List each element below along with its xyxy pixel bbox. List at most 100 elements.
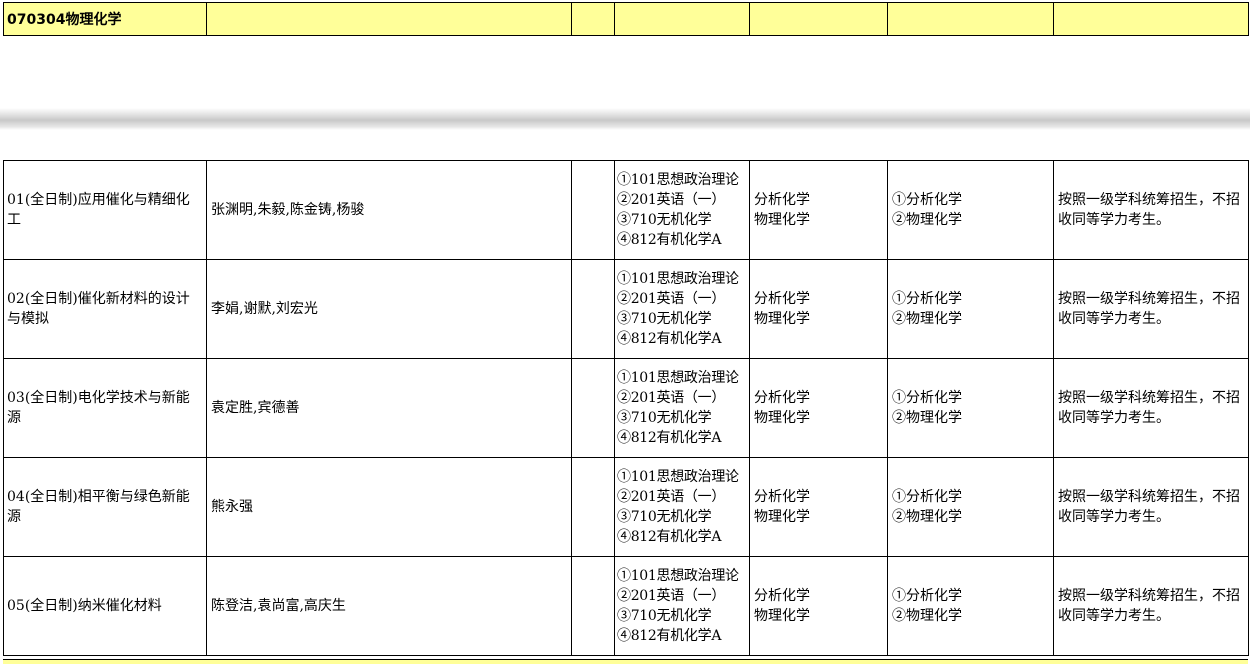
extra-exam-subject: ①分析化学 <box>892 489 962 505</box>
research-direction-table: 01(全日制)应用催化与精细化工 张渊明,朱毅,陈金铸,杨骏 ①101思想政治理… <box>3 160 1249 656</box>
exam-subject: ①101思想政治理论 <box>617 469 739 485</box>
direction-text: 05(全日制)纳米催化材料 <box>7 598 162 614</box>
retest-subject: 物理化学 <box>754 608 810 624</box>
extra-exam-subject: ②物理化学 <box>892 608 962 624</box>
exam-subject: ①101思想政治理论 <box>617 568 739 584</box>
direction-cell: 01(全日制)应用催化与精细化工 <box>3 160 207 260</box>
note-text: 按照一级学科统筹招生，不招收同等学力考生。 <box>1058 291 1240 327</box>
retest-subject: 物理化学 <box>754 212 810 228</box>
exam-subject: ②201英语（一） <box>617 291 726 307</box>
note-cell: 按照一级学科统筹招生，不招收同等学力考生。 <box>1053 259 1249 359</box>
header-empty-cell <box>887 2 1054 36</box>
extra-exam-subject: ①分析化学 <box>892 588 962 604</box>
note-text: 按照一级学科统筹招生，不招收同等学力考生。 <box>1058 390 1240 426</box>
retest-subjects-cell: 分析化学 物理化学 <box>749 358 888 458</box>
direction-text: 04(全日制)相平衡与绿色新能源 <box>7 489 190 525</box>
exam-subjects-cell: ①101思想政治理论 ②201英语（一） ③710无机化学 ④812有机化学A <box>614 556 750 656</box>
tutor-cell: 袁定胜,宾德善 <box>206 358 572 458</box>
major-code-cell: 070304物理化学 <box>3 2 207 36</box>
tutor-names: 李娟,谢默,刘宏光 <box>211 301 318 317</box>
header-empty-cell <box>206 2 572 36</box>
direction-cell: 03(全日制)电化学技术与新能源 <box>3 358 207 458</box>
retest-subject: 分析化学 <box>754 489 810 505</box>
tutor-cell: 陈登洁,袁尚富,高庆生 <box>206 556 572 656</box>
empty-cell <box>571 358 615 458</box>
note-text: 按照一级学科统筹招生，不招收同等学力考生。 <box>1058 489 1240 525</box>
empty-cell <box>571 457 615 557</box>
exam-subject: ②201英语（一） <box>617 390 726 406</box>
table-row: 02(全日制)催化新材料的设计与模拟 李娟,谢默,刘宏光 ①101思想政治理论 … <box>3 259 1249 359</box>
tutor-cell: 李娟,谢默,刘宏光 <box>206 259 572 359</box>
exam-subject: ③710无机化学 <box>617 311 712 327</box>
exam-subjects-cell: ①101思想政治理论 ②201英语（一） ③710无机化学 ④812有机化学A <box>614 259 750 359</box>
exam-subjects-cell: ①101思想政治理论 ②201英语（一） ③710无机化学 ④812有机化学A <box>614 457 750 557</box>
exam-subject: ②201英语（一） <box>617 489 726 505</box>
direction-text: 01(全日制)应用催化与精细化工 <box>7 192 190 228</box>
exam-subject: ④812有机化学A <box>617 232 722 248</box>
extra-exam-subject: ②物理化学 <box>892 509 962 525</box>
retest-subject: 物理化学 <box>754 410 810 426</box>
exam-subject: ③710无机化学 <box>617 608 712 624</box>
extra-exam-subject: ②物理化学 <box>892 410 962 426</box>
note-text: 按照一级学科统筹招生，不招收同等学力考生。 <box>1058 192 1240 228</box>
header-empty-cell <box>571 2 615 36</box>
extra-exam-subject: ②物理化学 <box>892 311 962 327</box>
empty-cell <box>571 259 615 359</box>
note-cell: 按照一级学科统筹招生，不招收同等学力考生。 <box>1053 457 1249 557</box>
retest-subject: 分析化学 <box>754 192 810 208</box>
major-code-label: 070304物理化学 <box>7 12 122 28</box>
extra-exam-subject: ①分析化学 <box>892 291 962 307</box>
extra-exam-subject: ②物理化学 <box>892 212 962 228</box>
exam-subject: ①101思想政治理论 <box>617 370 739 386</box>
exam-subject: ③710无机化学 <box>617 212 712 228</box>
retest-subjects-cell: 分析化学 物理化学 <box>749 259 888 359</box>
note-cell: 按照一级学科统筹招生，不招收同等学力考生。 <box>1053 556 1249 656</box>
header-empty-cell <box>749 2 888 36</box>
major-header-row: 070304物理化学 <box>3 2 1249 36</box>
extra-exam-cell: ①分析化学 ②物理化学 <box>887 259 1054 359</box>
table-row: 03(全日制)电化学技术与新能源 袁定胜,宾德善 ①101思想政治理论 ②201… <box>3 358 1249 458</box>
exam-subject: ②201英语（一） <box>617 588 726 604</box>
extra-exam-cell: ①分析化学 ②物理化学 <box>887 457 1054 557</box>
exam-subject: ④812有机化学A <box>617 628 722 644</box>
retest-subjects-cell: 分析化学 物理化学 <box>749 556 888 656</box>
exam-subjects-cell: ①101思想政治理论 ②201英语（一） ③710无机化学 ④812有机化学A <box>614 160 750 260</box>
tutor-names: 袁定胜,宾德善 <box>211 400 300 416</box>
direction-cell: 02(全日制)催化新材料的设计与模拟 <box>3 259 207 359</box>
retest-subject: 物理化学 <box>754 311 810 327</box>
next-section-strip <box>3 659 1248 664</box>
extra-exam-cell: ①分析化学 ②物理化学 <box>887 160 1054 260</box>
retest-subject: 分析化学 <box>754 390 810 406</box>
note-cell: 按照一级学科统筹招生，不招收同等学力考生。 <box>1053 160 1249 260</box>
exam-subject: ③710无机化学 <box>617 410 712 426</box>
extra-exam-subject: ①分析化学 <box>892 390 962 406</box>
table-row: 04(全日制)相平衡与绿色新能源 熊永强 ①101思想政治理论 ②201英语（一… <box>3 457 1249 557</box>
exam-subject: ④812有机化学A <box>617 331 722 347</box>
extra-exam-cell: ①分析化学 ②物理化学 <box>887 556 1054 656</box>
direction-text: 03(全日制)电化学技术与新能源 <box>7 390 190 426</box>
major-header-table: 070304物理化学 <box>3 2 1249 36</box>
tutor-cell: 熊永强 <box>206 457 572 557</box>
exam-subject: ①101思想政治理论 <box>617 172 739 188</box>
retest-subject: 物理化学 <box>754 509 810 525</box>
table-row: 01(全日制)应用催化与精细化工 张渊明,朱毅,陈金铸,杨骏 ①101思想政治理… <box>3 160 1249 260</box>
extra-exam-subject: ①分析化学 <box>892 192 962 208</box>
table-row: 05(全日制)纳米催化材料 陈登洁,袁尚富,高庆生 ①101思想政治理论 ②20… <box>3 556 1249 656</box>
empty-cell <box>571 160 615 260</box>
exam-subject: ④812有机化学A <box>617 529 722 545</box>
exam-subject: ①101思想政治理论 <box>617 271 739 287</box>
page-break-divider <box>0 108 1250 130</box>
retest-subjects-cell: 分析化学 物理化学 <box>749 160 888 260</box>
empty-cell <box>571 556 615 656</box>
direction-text: 02(全日制)催化新材料的设计与模拟 <box>7 291 190 327</box>
exam-subject: ②201英语（一） <box>617 192 726 208</box>
tutor-names: 熊永强 <box>211 499 253 515</box>
header-empty-cell <box>1053 2 1249 36</box>
tutor-cell: 张渊明,朱毅,陈金铸,杨骏 <box>206 160 572 260</box>
retest-subject: 分析化学 <box>754 291 810 307</box>
direction-cell: 04(全日制)相平衡与绿色新能源 <box>3 457 207 557</box>
retest-subject: 分析化学 <box>754 588 810 604</box>
tutor-names: 陈登洁,袁尚富,高庆生 <box>211 598 346 614</box>
research-direction-rows: 01(全日制)应用催化与精细化工 张渊明,朱毅,陈金铸,杨骏 ①101思想政治理… <box>3 160 1249 656</box>
note-text: 按照一级学科统筹招生，不招收同等学力考生。 <box>1058 588 1240 624</box>
